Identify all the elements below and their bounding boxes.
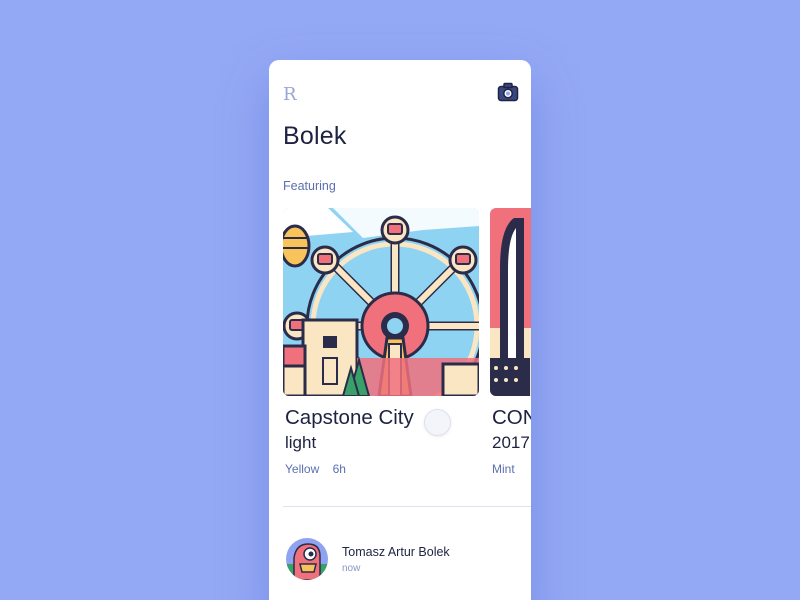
card-tag: Mint <box>492 462 515 476</box>
card-duration: 6h <box>332 462 346 476</box>
author-name: Tomasz Artur Bolek <box>342 545 450 559</box>
ferris-wheel-illustration[interactable] <box>283 208 479 396</box>
card-title: CON <box>492 406 531 429</box>
swipe-indicator[interactable] <box>424 409 451 436</box>
card-meta: Mint <box>492 462 515 476</box>
post-time: now <box>342 563 361 574</box>
camera-icon <box>497 82 519 102</box>
featured-card[interactable]: CON 2017 Mint <box>490 208 531 476</box>
card-meta: Yellow 6h <box>285 462 346 476</box>
featured-carousel[interactable]: Capstone City light Yellow 6h CON 2017 M… <box>283 208 531 498</box>
app-logo: R <box>283 84 297 105</box>
app-screen: R Bolek Featuring Capstone City light Ye… <box>269 60 531 600</box>
tower-illustration[interactable] <box>490 208 531 396</box>
card-title: Capstone City <box>285 406 414 429</box>
page-title: Bolek <box>283 122 347 150</box>
feed-list-item[interactable]: Tomasz Artur Bolek now <box>283 538 523 588</box>
bird-avatar[interactable] <box>286 538 328 580</box>
card-tag: Yellow <box>285 462 320 476</box>
stage: R Bolek Featuring Capstone City light Ye… <box>0 0 800 600</box>
featuring-label: Featuring <box>283 179 336 193</box>
card-subtitle: light <box>285 433 317 452</box>
divider <box>283 506 531 507</box>
featured-card[interactable]: Capstone City light Yellow 6h <box>283 208 479 476</box>
camera-button[interactable] <box>497 82 519 102</box>
card-subtitle: 2017 <box>492 433 530 452</box>
